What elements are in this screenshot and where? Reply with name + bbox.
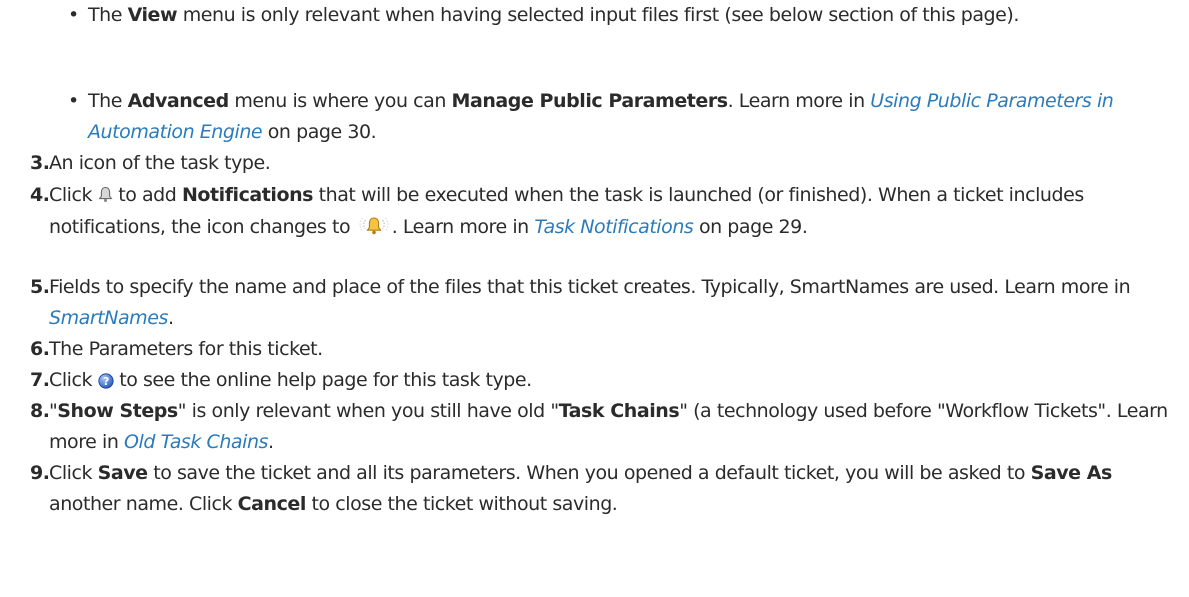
item-text: Fields to specify the name and place of …: [49, 276, 1131, 329]
svg-text:?: ?: [103, 375, 109, 388]
item-text: "Show Steps" is only relevant when you s…: [49, 400, 1168, 453]
item-text: Click ? to see the online help page for …: [49, 369, 532, 391]
link-old-task-chains[interactable]: Old Task Chains: [124, 431, 268, 453]
show-steps-label: Show Steps: [57, 400, 178, 422]
ringing-bell-icon: [359, 217, 389, 235]
bullet-dot: •: [68, 90, 79, 112]
save-as-label: Save As: [1030, 462, 1113, 484]
notifications-label: Notifications: [181, 184, 314, 206]
link-task-notifications[interactable]: Task Notifications: [534, 216, 693, 238]
bell-icon: [98, 186, 113, 202]
item-text: The Parameters for this ticket.: [49, 338, 323, 360]
item-number: 6.: [30, 338, 50, 360]
bullet-text: The Advanced menu is where you can Manag…: [88, 90, 1114, 143]
task-chains-label: Task Chains: [558, 400, 680, 422]
cancel-label: Cancel: [237, 493, 307, 515]
view-menu-label: View: [127, 4, 178, 26]
item-number: 5.: [30, 276, 50, 298]
item-text: Click to add Notifications that will be …: [49, 184, 1084, 238]
item-text: An icon of the task type.: [49, 152, 271, 174]
advanced-menu-label: Advanced: [127, 90, 230, 112]
item-number: 7.: [30, 369, 50, 391]
item-number: 4.: [30, 184, 50, 206]
save-label: Save: [97, 462, 148, 484]
help-icon: ?: [98, 373, 114, 389]
bullet-dot: •: [68, 4, 79, 26]
item-number: 3.: [30, 152, 50, 174]
item-number: 8.: [30, 400, 50, 422]
link-smartnames[interactable]: SmartNames: [49, 307, 168, 329]
bullet-text: The View menu is only relevant when havi…: [88, 4, 1019, 26]
item-number: 9.: [30, 462, 50, 484]
manage-public-parameters-label: Manage Public Parameters: [451, 90, 729, 112]
item-text: Click Save to save the ticket and all it…: [49, 462, 1113, 515]
